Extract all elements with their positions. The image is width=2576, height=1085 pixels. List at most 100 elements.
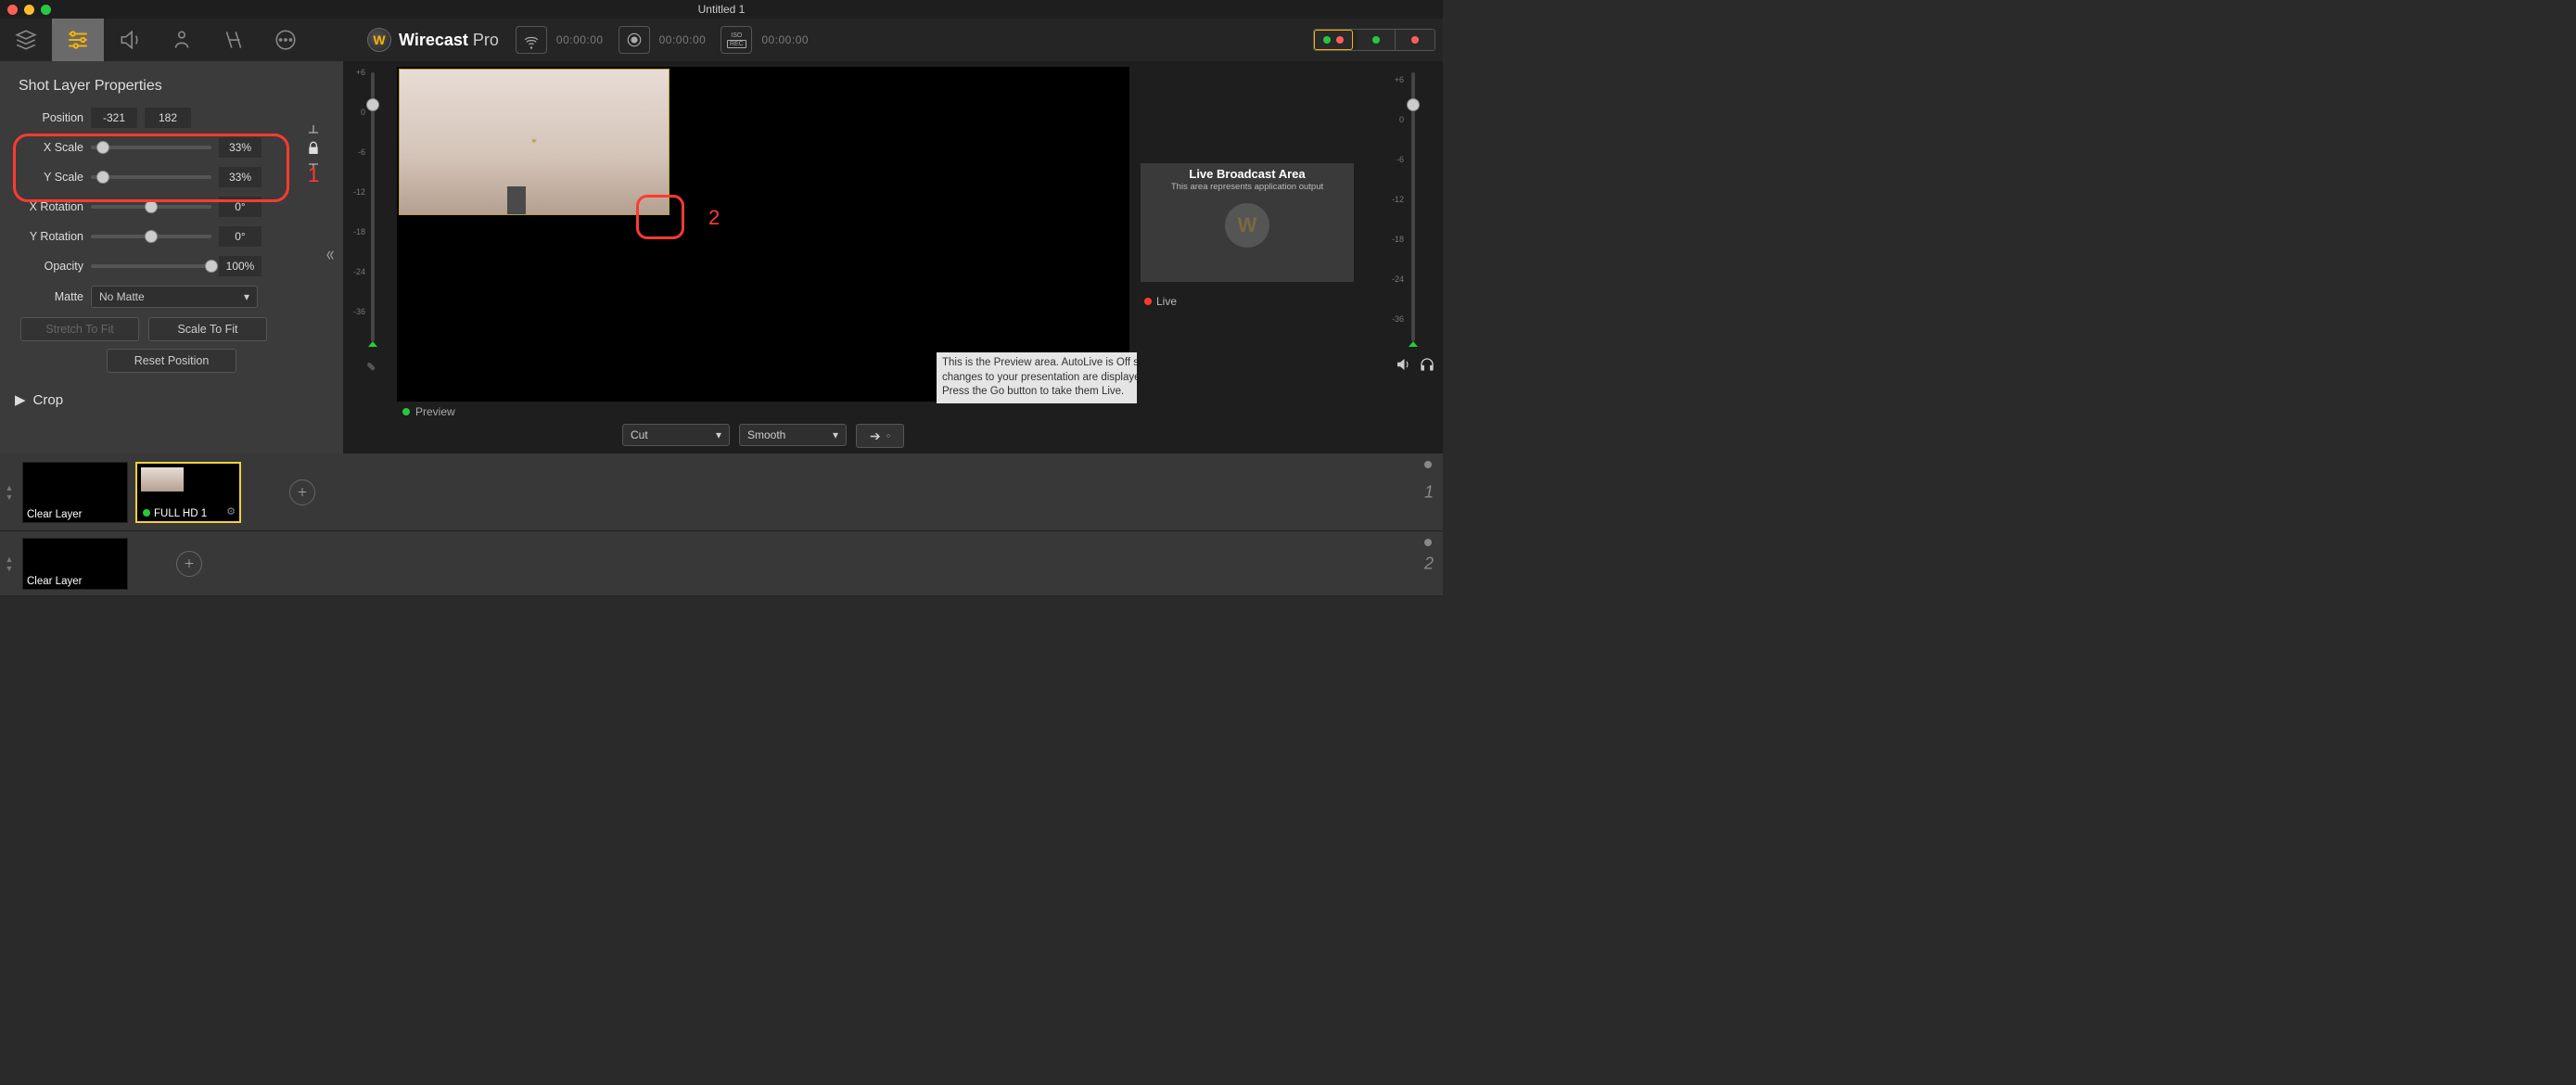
opacity-slider[interactable] [91, 264, 211, 268]
record-button[interactable] [618, 26, 650, 54]
preview-region: +60-6 -12-18-24 -36 ✶ 2 This is the Prev… [343, 61, 1443, 453]
live-volume-slider[interactable] [1411, 72, 1415, 341]
layout-both-button[interactable] [1314, 30, 1353, 50]
position-x-input[interactable]: -321 [91, 108, 137, 128]
shot-properties-tab[interactable] [52, 19, 104, 61]
title-bar: Untitled 1 [0, 0, 1443, 19]
add-shot-button[interactable]: ＋ [289, 479, 315, 505]
window-close-button[interactable] [7, 5, 18, 15]
x-scale-slider[interactable] [91, 146, 211, 149]
transition-smooth-select[interactable]: Smooth▾ [739, 424, 847, 446]
go-button[interactable]: ➔ ○ [856, 424, 904, 448]
preview-area: ✶ 2 This is the Preview area. AutoLive i… [389, 61, 1137, 453]
live-area-subtitle: This area represents application output [1171, 182, 1323, 192]
layout-preview-button[interactable] [1357, 30, 1396, 50]
clear-layer-label: Clear Layer [23, 507, 127, 522]
y-scale-slider[interactable] [91, 175, 211, 179]
live-region: Live Broadcast Area This area represents… [1137, 61, 1443, 453]
shot-layers-tab[interactable] [0, 19, 52, 61]
transition-controls: Cut▾ Smooth▾ ➔ ○ [395, 424, 1131, 448]
link-top-icon [308, 124, 319, 134]
preview-indicator-dot [143, 509, 150, 517]
stream-controls: 00:00:00 00:00:00 ISO REC 00:00:00 [516, 26, 818, 54]
chroma-key-tab[interactable] [156, 19, 208, 61]
layer-row-1: ▲▼ Clear Layer FULL HD 1 ⚙ ＋ 1 [0, 453, 1443, 531]
gear-icon[interactable]: ⚙ [226, 505, 236, 517]
center-anchor-icon: ✶ [530, 137, 538, 147]
stream-button[interactable] [516, 26, 547, 54]
layout-toggle-group [1313, 29, 1435, 51]
opacity-label: Opacity [19, 260, 83, 273]
layer-reorder-arrows[interactable]: ▲▼ [0, 483, 19, 502]
annotation-number-1: 1 [308, 163, 319, 187]
live-status-dot [1144, 298, 1152, 305]
annotation-number-2: 2 [708, 206, 720, 230]
matte-label: Matte [19, 290, 83, 303]
shot-label: FULL HD 1 [137, 506, 239, 521]
layout-live-button[interactable] [1396, 30, 1435, 50]
full-hd-1-shot[interactable]: FULL HD 1 ⚙ [135, 462, 241, 523]
preview-canvas[interactable]: ✶ 2 This is the Preview area. AutoLive i… [397, 67, 1129, 402]
layer-visible-dot[interactable] [1424, 461, 1432, 468]
wirecast-logo-icon: W [367, 28, 391, 52]
more-tab[interactable] [260, 19, 312, 61]
headphones-icon[interactable] [1419, 356, 1435, 373]
mic-icon[interactable] [361, 356, 384, 379]
shot-thumbnail-preview [141, 467, 184, 491]
video-source-frame[interactable]: ✶ [399, 69, 670, 215]
window-zoom-button[interactable] [41, 5, 51, 15]
record-timecode: 00:00:00 [659, 33, 707, 46]
y-rotation-slider[interactable] [91, 235, 211, 238]
shot-layers-area: ▲▼ Clear Layer FULL HD 1 ⚙ ＋ 1 ▲▼ Clear … [0, 453, 1443, 596]
layer-visible-dot[interactable] [1424, 539, 1432, 546]
stream-timecode: 00:00:00 [556, 33, 604, 46]
position-label: Position [19, 111, 83, 124]
preview-status-label: Preview [402, 405, 1131, 418]
x-rotation-slider[interactable] [91, 205, 211, 209]
lock-icon[interactable] [306, 141, 321, 156]
opacity-row: Opacity 100% [15, 256, 328, 276]
audio-tab[interactable] [104, 19, 156, 61]
reset-position-button[interactable]: Reset Position [107, 349, 236, 373]
crop-section-header[interactable]: ▶ Crop [15, 391, 328, 408]
preview-volume-slider[interactable] [371, 72, 375, 341]
iso-label-top: ISO [731, 32, 742, 39]
y-scale-row: Y Scale 33% [15, 167, 299, 187]
layer-row-2: ▲▼ Clear Layer ＋ 2 [0, 531, 1443, 596]
app-brand: W Wirecast Pro [367, 28, 499, 52]
stretch-to-fit-button[interactable]: Stretch To Fit [20, 317, 139, 341]
speaker-icon[interactable] [1395, 356, 1411, 373]
matte-select[interactable]: No Matte ▾ [91, 286, 258, 308]
y-rotation-row: Y Rotation 0° [15, 226, 328, 247]
y-scale-value[interactable]: 33% [219, 167, 261, 187]
chevron-down-icon: ▾ [716, 428, 721, 441]
chevron-down-icon: ▾ [833, 428, 838, 441]
opacity-value[interactable]: 100% [219, 256, 261, 276]
x-rotation-row: X Rotation 0° [15, 197, 328, 217]
x-scale-value[interactable]: 33% [219, 137, 261, 158]
matte-row: Matte No Matte ▾ [15, 286, 328, 308]
x-scale-label: X Scale [19, 141, 83, 154]
panel-title: Shot Layer Properties [19, 78, 328, 95]
transition-cut-select[interactable]: Cut▾ [622, 424, 730, 446]
scale-to-fit-button[interactable]: Scale To Fit [148, 317, 267, 341]
iso-record-button[interactable]: ISO REC [721, 26, 752, 54]
window-title: Untitled 1 [698, 3, 746, 16]
x-rotation-value[interactable]: 0° [219, 197, 261, 217]
clear-layer-shot[interactable]: Clear Layer [22, 538, 128, 590]
window-minimize-button[interactable] [24, 5, 34, 15]
position-y-input[interactable]: 182 [145, 108, 191, 128]
layer-reorder-arrows[interactable]: ▲▼ [0, 555, 19, 573]
preview-audio-meter: +60-6 -12-18-24 -36 [343, 61, 389, 453]
smooth-transition-tab[interactable] [208, 19, 260, 61]
y-rotation-label: Y Rotation [19, 230, 83, 243]
collapse-panel-button[interactable]: « [326, 242, 335, 266]
y-rotation-value[interactable]: 0° [219, 226, 261, 247]
chevron-down-icon: ▾ [244, 290, 249, 303]
arrow-right-icon: ➔ [870, 428, 881, 444]
sidebar-tabs [0, 19, 312, 61]
clear-layer-shot[interactable]: Clear Layer [22, 462, 128, 523]
preview-status-dot [402, 408, 410, 415]
matte-value: No Matte [99, 290, 145, 303]
add-shot-button[interactable]: ＋ [176, 551, 202, 577]
